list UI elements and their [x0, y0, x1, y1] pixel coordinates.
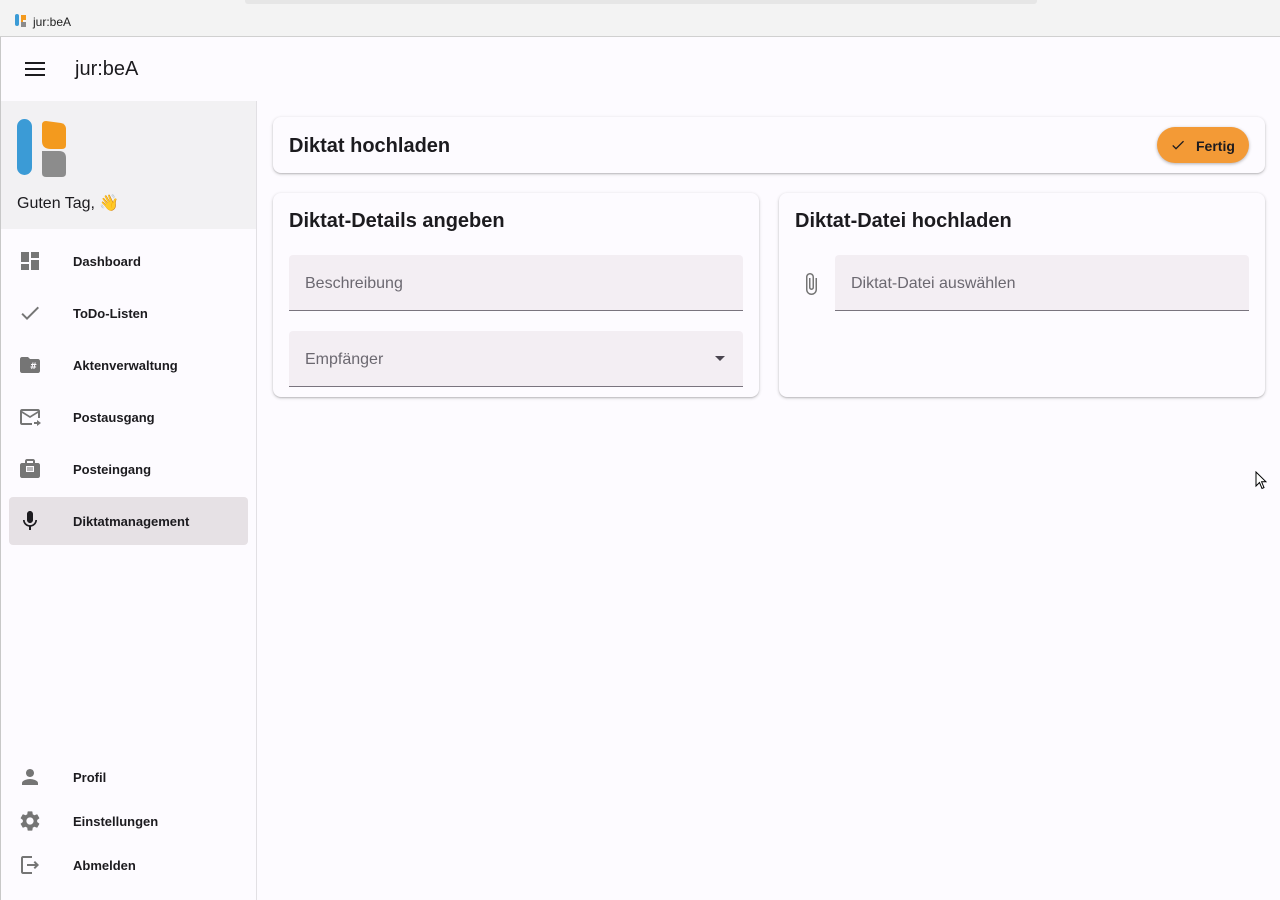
app-logo-icon [15, 14, 26, 27]
done-button[interactable]: Fertig [1157, 127, 1249, 163]
sidebar-item-einstellungen[interactable]: Einstellungen [9, 801, 248, 841]
recipient-select[interactable]: Empfänger [289, 331, 743, 387]
microphone-icon [23, 511, 37, 530]
sidebar-item-diktatmanagement[interactable]: Diktatmanagement [9, 497, 248, 545]
inbox-icon [20, 459, 40, 478]
sidebar-item-dashboard[interactable]: Dashboard [9, 237, 248, 285]
sidebar-item-label: Posteingang [73, 461, 152, 477]
sidebar-item-aktenverwaltung[interactable]: Aktenverwaltung [9, 341, 248, 389]
check-icon [1172, 140, 1184, 150]
bottom-nav: Profil Einstellungen Abmelden [1, 757, 256, 889]
sidebar-item-label: Postausgang [73, 409, 155, 425]
menu-icon [25, 62, 45, 76]
brand-logo [17, 119, 66, 177]
page-title: Diktat hochladen [289, 135, 451, 157]
sidebar-item-label: Abmelden [73, 857, 136, 873]
description-input[interactable]: Beschreibung [289, 255, 743, 311]
app-bar: jur:beA [1, 37, 1280, 101]
menu-button[interactable] [15, 49, 55, 89]
profile-header: Guten Tag, 👋 [1, 101, 256, 229]
file-input[interactable]: Diktat-Datei auswählen [835, 255, 1249, 311]
sidebar-item-postausgang[interactable]: Postausgang [9, 393, 248, 441]
person-icon [22, 769, 38, 785]
sidebar-item-label: Profil [73, 769, 107, 785]
dictation-details-card: Diktat-Details angeben Beschreibung Empf… [273, 193, 759, 397]
sidebar-item-label: ToDo-Listen [73, 305, 148, 321]
chevron-down-icon [715, 356, 725, 361]
app-title: jur:beA [75, 58, 139, 80]
dashboard-icon [21, 252, 39, 270]
logout-icon [21, 856, 39, 874]
dictation-upload-card: Diktat-Datei hochladen Diktat-Datei ausw… [779, 193, 1265, 397]
upload-title: Diktat-Datei hochladen [795, 210, 1012, 232]
greeting-text: Guten Tag, 👋 [17, 195, 120, 212]
description-placeholder: Beschreibung [305, 275, 403, 292]
check-icon [21, 306, 39, 320]
recipient-placeholder: Empfänger [305, 351, 384, 368]
file-placeholder: Diktat-Datei auswählen [851, 275, 1016, 292]
gear-icon [20, 811, 40, 831]
sidebar-item-label: Einstellungen [73, 813, 159, 829]
folder-hash-icon [20, 357, 40, 373]
mouse-cursor-icon [1255, 471, 1267, 490]
paperclip-icon[interactable] [799, 272, 823, 296]
main-nav: Dashboard ToDo-Listen Aktenverwaltung Po… [1, 237, 256, 549]
sidebar-item-label: Dashboard [73, 253, 141, 269]
details-title: Diktat-Details angeben [289, 210, 505, 232]
sidebar-item-profil[interactable]: Profil [9, 757, 248, 797]
done-button-label: Fertig [1196, 138, 1235, 154]
sidebar-item-posteingang[interactable]: Posteingang [9, 445, 248, 493]
sidebar-item-label: Aktenverwaltung [73, 357, 178, 373]
sidebar-item-label: Diktatmanagement [73, 513, 190, 529]
page-header-card: Diktat hochladen Fertig [273, 117, 1265, 173]
window-title: jur:beA [33, 15, 72, 29]
sidebar-item-abmelden[interactable]: Abmelden [9, 845, 248, 885]
window-titlebar: jur:beA [0, 0, 1280, 37]
sidebar-item-todo[interactable]: ToDo-Listen [9, 289, 248, 337]
mail-outgoing-icon [20, 409, 41, 426]
titlebar-strip [245, 0, 1037, 4]
sidebar: Guten Tag, 👋 Dashboard ToDo-Listen Akten… [1, 101, 257, 900]
